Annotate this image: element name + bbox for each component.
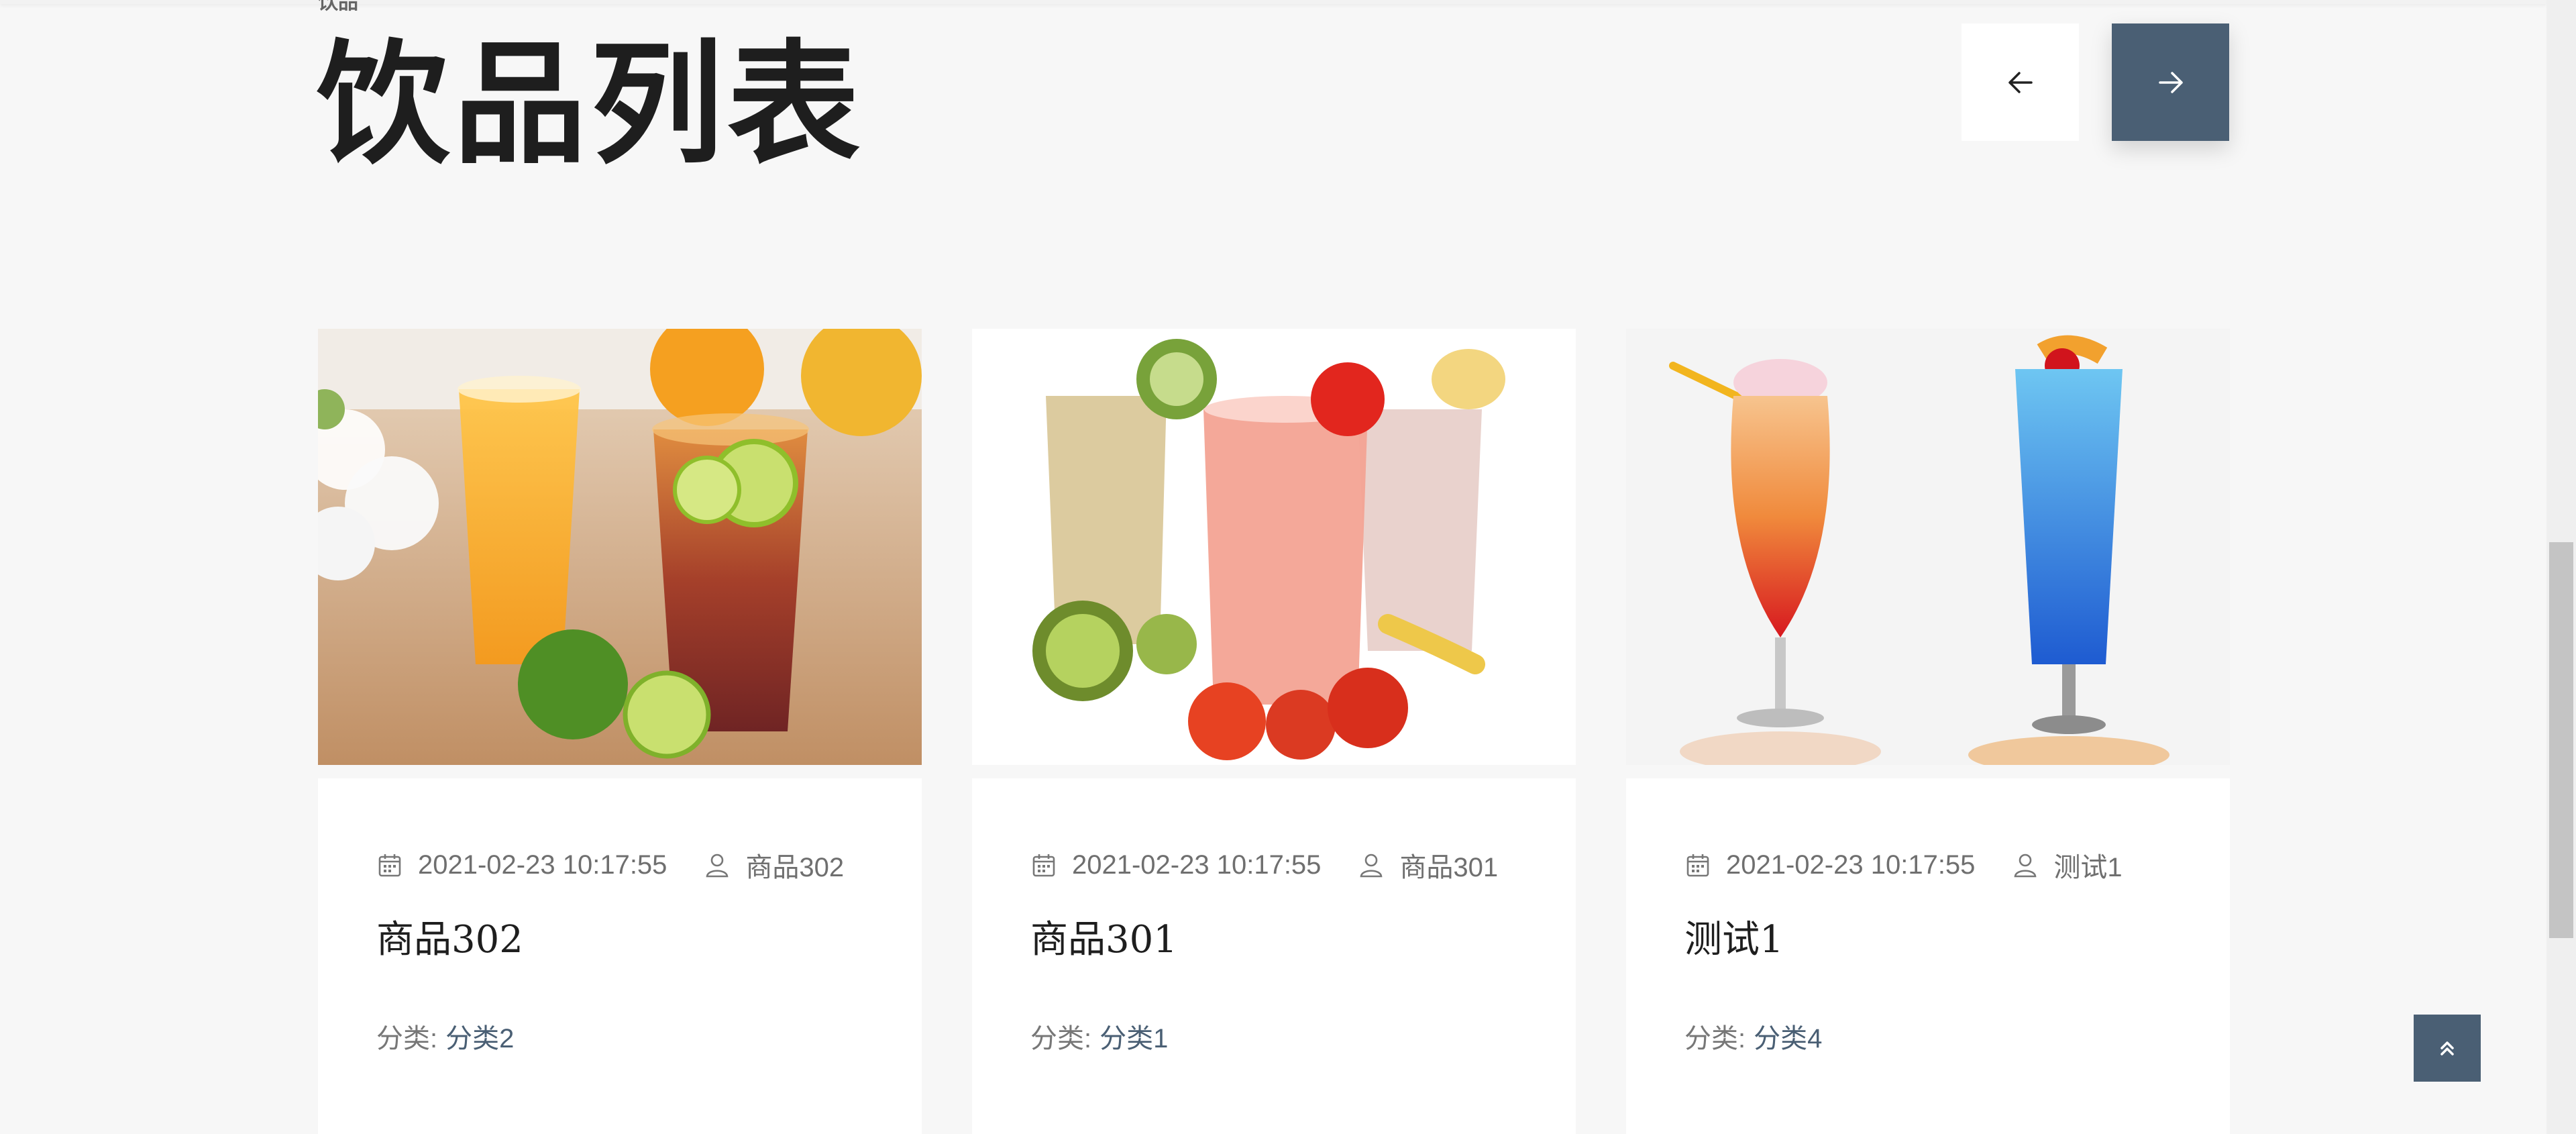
scrollbar-thumb[interactable] bbox=[2549, 542, 2573, 938]
category-label: 分类: bbox=[1684, 1024, 1746, 1053]
product-title[interactable]: 商品302 bbox=[376, 909, 523, 964]
product-card[interactable]: 2021-02-23 10:17:55 测试1 测试1 分类: 分类4 bbox=[1626, 329, 2230, 1134]
top-nav-bar-edge bbox=[0, 0, 2546, 4]
product-meta: 2021-02-23 10:17:55 商品302 bbox=[376, 845, 844, 884]
product-image[interactable] bbox=[972, 329, 1576, 765]
product-card-body: 2021-02-23 10:17:55 商品302 商品302 分类: 分类2 bbox=[318, 778, 922, 1134]
product-author[interactable]: 商品301 bbox=[1358, 845, 1498, 884]
calendar-icon bbox=[378, 854, 401, 877]
arrow-left-icon bbox=[2008, 71, 2033, 93]
product-category: 分类: 分类1 bbox=[1030, 1017, 1168, 1055]
product-date: 2021-02-23 10:17:55 bbox=[418, 849, 667, 880]
next-button[interactable] bbox=[2112, 23, 2229, 141]
product-meta: 2021-02-23 10:17:55 测试1 bbox=[1684, 845, 2123, 884]
category-link[interactable]: 分类1 bbox=[1099, 1024, 1168, 1053]
product-author[interactable]: 商品302 bbox=[704, 845, 844, 884]
product-image[interactable] bbox=[1626, 329, 2230, 765]
product-date: 2021-02-23 10:17:55 bbox=[1072, 849, 1322, 880]
back-to-top-button[interactable] bbox=[2414, 1015, 2481, 1082]
breadcrumb: 饮品 bbox=[318, 0, 358, 13]
page-title: 饮品列表 bbox=[317, 25, 864, 182]
category-label: 分类: bbox=[1030, 1024, 1092, 1053]
product-category: 分类: 分类4 bbox=[1684, 1017, 1822, 1055]
product-date: 2021-02-23 10:17:55 bbox=[1726, 849, 1976, 880]
category-link[interactable]: 分类2 bbox=[445, 1024, 514, 1053]
product-card[interactable]: 2021-02-23 10:17:55 商品302 商品302 分类: 分类2 bbox=[318, 329, 922, 1134]
author-name[interactable]: 测试1 bbox=[2053, 845, 2122, 884]
product-card-body: 2021-02-23 10:17:55 商品301 商品301 分类: 分类1 bbox=[972, 778, 1576, 1134]
user-icon bbox=[2015, 854, 2037, 878]
product-category: 分类: 分类2 bbox=[376, 1017, 514, 1055]
product-card[interactable]: 2021-02-23 10:17:55 商品301 商品301 分类: 分类1 bbox=[972, 329, 1576, 1134]
arrow-right-icon bbox=[2158, 71, 2183, 93]
author-name[interactable]: 商品302 bbox=[745, 845, 844, 884]
calendar-icon bbox=[1032, 854, 1055, 877]
product-image[interactable] bbox=[318, 329, 922, 765]
double-chevron-up-icon bbox=[2440, 1041, 2454, 1055]
product-meta: 2021-02-23 10:17:55 商品301 bbox=[1030, 845, 1498, 884]
product-card-body: 2021-02-23 10:17:55 测试1 测试1 分类: 分类4 bbox=[1626, 778, 2230, 1134]
author-name[interactable]: 商品301 bbox=[1399, 845, 1498, 884]
user-icon bbox=[706, 854, 729, 878]
category-link[interactable]: 分类4 bbox=[1754, 1024, 1822, 1053]
category-label: 分类: bbox=[376, 1024, 438, 1053]
product-author[interactable]: 测试1 bbox=[2012, 845, 2123, 884]
product-title[interactable]: 商品301 bbox=[1030, 909, 1177, 964]
user-icon bbox=[1360, 854, 1383, 878]
calendar-icon bbox=[1686, 854, 1709, 877]
previous-button[interactable] bbox=[1962, 23, 2079, 141]
product-title[interactable]: 测试1 bbox=[1684, 909, 1784, 964]
